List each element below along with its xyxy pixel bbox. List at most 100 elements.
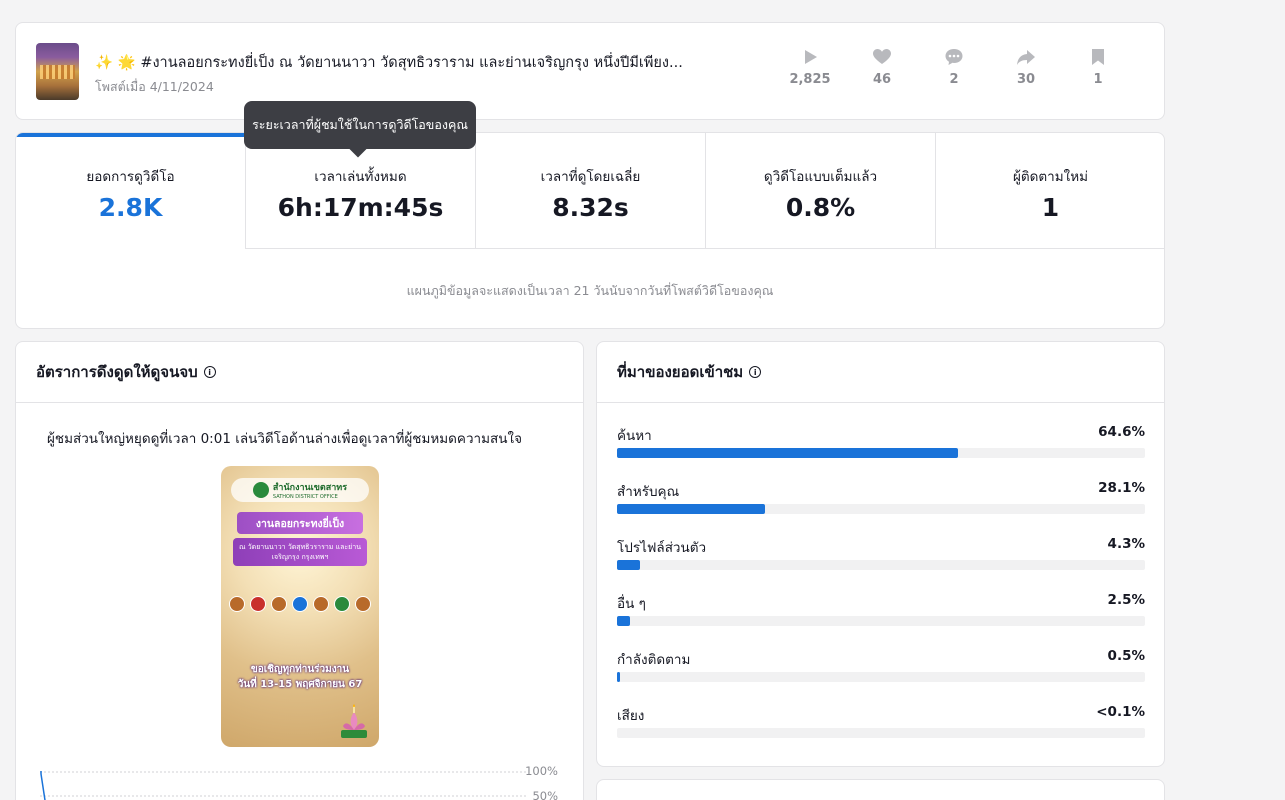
metric-tooltip: ระยะเวลาที่ผู้ชมใช้ในการดูวิดีโอของคุณ (244, 101, 476, 149)
video-invite-line1: ขอเชิญทุกท่านร่วมงาน (250, 664, 350, 675)
traffic-source-bar-track (617, 560, 1145, 570)
traffic-source-bar-track (617, 616, 1145, 626)
partner-logo-icon (229, 596, 245, 612)
retention-card: อัตราการดึงดูดให้ดูจนจบ i ผู้ชมส่วนใหญ่ห… (15, 341, 584, 800)
next-card (596, 779, 1165, 800)
traffic-source-bar-track (617, 728, 1145, 738)
traffic-source-bar-fill (617, 504, 766, 514)
traffic-source-bar-fill (617, 672, 620, 682)
stat-views-value: 2,825 (789, 72, 831, 87)
stat-saves-value: 1 (1093, 72, 1103, 87)
retention-title: อัตราการดึงดูดให้ดูจนจบ (36, 363, 198, 381)
traffic-source-name: โปรไฟล์ส่วนตัว (617, 540, 707, 556)
play-icon (805, 50, 817, 64)
retention-chart: 100% 50% (40, 764, 558, 800)
krathong-lotus-icon (341, 704, 367, 738)
partner-logos (229, 596, 371, 612)
traffic-source-row: เสียง <0.1% (617, 704, 1145, 744)
metric-video-views[interactable]: ยอดการดูวิดีโอ 2.8K (16, 133, 246, 249)
bookmark-icon (1092, 49, 1104, 65)
info-icon[interactable]: i (749, 366, 762, 378)
video-player[interactable]: สำนักงานเขตสาทร SATHON DISTRICT OFFICE ง… (221, 466, 379, 747)
partner-logo-icon (250, 596, 266, 612)
stat-saves: 1 (1062, 47, 1134, 87)
post-title-emoji: ✨ 🌟 (95, 55, 136, 71)
post-date: โพสต์เมื่อ 4/11/2024 (95, 79, 214, 94)
traffic-source-percent: 0.5% (1107, 648, 1145, 664)
traffic-source-row: ค้นหา 64.6% (617, 424, 1145, 464)
video-headline: งานลอยกระทงยี่เป็ง (237, 512, 363, 534)
traffic-source-row: สำหรับคุณ 28.1% (617, 480, 1145, 520)
metric-label: ดูวิดีโอแบบเต็มแล้ว (763, 169, 878, 185)
heart-icon (873, 49, 891, 64)
traffic-source-percent: 2.5% (1107, 592, 1145, 608)
traffic-source-row: กำลังติดตาม 0.5% (617, 648, 1145, 688)
comment-icon (945, 49, 963, 65)
metric-label: ยอดการดูวิดีโอ (86, 169, 175, 185)
traffic-source-name: อื่น ๆ (617, 596, 646, 612)
video-invitation: ขอเชิญทุกท่านร่วมงาน วันที่ 13-15 พฤศจิก… (235, 662, 365, 692)
metric-value: 0.8% (785, 193, 856, 222)
traffic-source-bar-fill (617, 560, 640, 570)
stat-views: 2,825 (774, 47, 846, 87)
stat-comments-value: 2 (949, 72, 959, 87)
chart-data-note: แผนภูมิข้อมูลจะแสดงเป็นเวลา 21 วันนับจาก… (406, 283, 774, 298)
traffic-sources-card: ที่มาของยอดเข้าชม i ค้นหา 64.6% สำหรับคุณ 2… (596, 341, 1165, 767)
post-title-text: #งานลอยกระทงยี่เป็ง ณ วัดยานนาวา วัดสุทธ… (140, 55, 683, 71)
metric-label: เวลาที่ดูโดยเฉลี่ย (540, 169, 641, 185)
metric-value: 6h:17m:45s (277, 193, 444, 222)
traffic-source-name: สำหรับคุณ (617, 484, 680, 500)
traffic-source-name: ค้นหา (617, 428, 652, 444)
stat-likes-value: 46 (872, 72, 892, 87)
metric-label: เวลาเล่นทั้งหมด (314, 169, 407, 185)
partner-logo-icon (334, 596, 350, 612)
partner-logo-icon (271, 596, 287, 612)
retention-description: ผู้ชมส่วนใหญ่หยุดดูที่เวลา 0:01 เล่นวิดี… (47, 431, 522, 447)
y-tick-50: 50% (532, 789, 558, 800)
traffic-source-percent: 28.1% (1098, 480, 1145, 496)
traffic-source-percent: 4.3% (1107, 536, 1145, 552)
post-stats: 2,825 46 2 30 1 (774, 47, 1134, 87)
traffic-title: ที่มาของยอดเข้าชม (617, 363, 744, 381)
traffic-source-name: เสียง (617, 708, 645, 724)
metric-new-followers[interactable]: ผู้ติดตามใหม่ 1 (935, 133, 1164, 249)
partner-logo-icon (313, 596, 329, 612)
metric-watched-full-video[interactable]: ดูวิดีโอแบบเต็มแล้ว 0.8% (706, 133, 936, 249)
post-summary-card: ✨ 🌟 #งานลอยกระทงยี่เป็ง ณ วัดยานนาวา วัด… (15, 22, 1165, 120)
video-office-name-en: SATHON DISTRICT OFFICE (272, 494, 338, 500)
y-tick-100: 100% (525, 764, 558, 778)
traffic-source-percent: 64.6% (1098, 424, 1145, 440)
retention-header: อัตราการดึงดูดให้ดูจนจบ i (16, 342, 583, 403)
traffic-source-name: กำลังติดตาม (617, 652, 691, 668)
stat-likes: 46 (846, 47, 918, 87)
traffic-source-bar-track (617, 504, 1145, 514)
retention-line (40, 771, 46, 800)
share-icon (1017, 50, 1035, 65)
video-office-name: สำนักงานเขตสาทร (272, 483, 348, 493)
office-seal-icon (252, 482, 269, 498)
traffic-header: ที่มาของยอดเข้าชม i (597, 342, 1164, 403)
traffic-source-row: อื่น ๆ 2.5% (617, 592, 1145, 632)
post-thumbnail[interactable] (36, 43, 79, 100)
traffic-source-bar-fill (617, 448, 959, 458)
traffic-source-bar-track (617, 672, 1145, 682)
partner-logo-icon (355, 596, 371, 612)
video-subline: ณ วัดยานนาวา วัดสุทธิวราราม และย่านเจริญ… (233, 538, 367, 566)
metric-value: 2.8K (98, 193, 163, 222)
traffic-source-row: โปรไฟล์ส่วนตัว 4.3% (617, 536, 1145, 576)
metric-average-watch-time[interactable]: เวลาที่ดูโดยเฉลี่ย 8.32s (476, 133, 706, 249)
video-invite-line2: วันที่ 13-15 พฤศจิกายน 67 (237, 679, 363, 690)
metric-value: 8.32s (552, 193, 629, 222)
stat-shares: 30 (990, 47, 1062, 87)
stat-shares-value: 30 (1016, 72, 1036, 87)
traffic-source-percent: <0.1% (1096, 704, 1145, 720)
post-title: ✨ 🌟 #งานลอยกระทงยี่เป็ง ณ วัดยานนาวา วัด… (95, 51, 683, 74)
metrics-card: ยอดการดูวิดีโอ 2.8K เวลาเล่นทั้งหมด 6h:1… (15, 132, 1165, 329)
traffic-source-bar-fill (617, 616, 631, 626)
partner-logo-icon (292, 596, 308, 612)
metric-value: 1 (1041, 193, 1060, 222)
traffic-source-bar-track (617, 448, 1145, 458)
metric-label: ผู้ติดตามใหม่ (1012, 169, 1089, 185)
info-icon[interactable]: i (203, 366, 216, 378)
stat-comments: 2 (918, 47, 990, 87)
